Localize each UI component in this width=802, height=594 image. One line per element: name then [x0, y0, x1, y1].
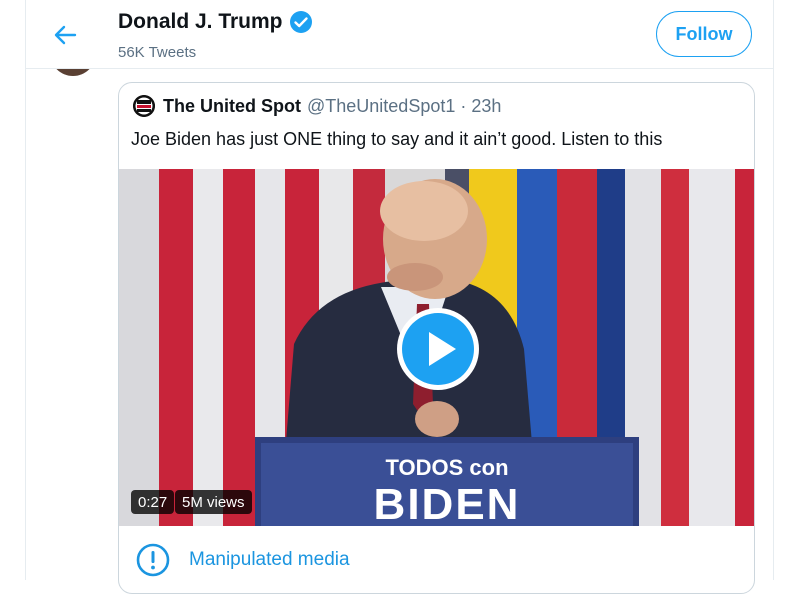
arrow-left-icon [54, 25, 77, 45]
profile-name: Donald J. Trump [118, 10, 283, 33]
play-icon [397, 308, 479, 390]
quoted-tweet-time[interactable]: 23h [471, 96, 501, 117]
separator-dot: · [460, 95, 467, 116]
video-duration: 0:27 [131, 490, 175, 514]
quoted-author-name[interactable]: The United Spot [163, 96, 301, 117]
column-border-right [773, 0, 774, 580]
tweet-count: 56K Tweets [118, 44, 197, 61]
column-border-left [25, 0, 26, 580]
quoted-author-avatar[interactable] [133, 95, 155, 117]
quoted-tweet-card[interactable]: The United Spot @TheUnitedSpot1 · 23h Jo… [118, 82, 755, 594]
verified-badge-icon [289, 11, 312, 33]
manipulated-media-notice[interactable]: Manipulated media [135, 542, 350, 578]
quoted-tweet-header: The United Spot @TheUnitedSpot1 · 23h [133, 95, 501, 117]
podium-sign-line2: BIDEN [374, 480, 521, 526]
play-button[interactable] [395, 306, 481, 392]
video-player[interactable]: TODOS con BIDEN 0:27 5M views [119, 169, 754, 526]
quoted-tweet-text: Joe Biden has just ONE thing to say and … [131, 129, 663, 149]
quoted-author-handle[interactable]: @TheUnitedSpot1 [307, 96, 455, 117]
exclamation-circle-icon [136, 543, 170, 577]
profile-header: Donald J. Trump 56K Tweets Follow [26, 0, 773, 69]
manipulated-media-label[interactable]: Manipulated media [189, 549, 350, 571]
follow-button[interactable]: Follow [656, 11, 752, 57]
video-views: 5M views [175, 490, 252, 514]
podium-sign-line1: TODOS con [385, 455, 508, 480]
back-button[interactable] [48, 18, 82, 52]
